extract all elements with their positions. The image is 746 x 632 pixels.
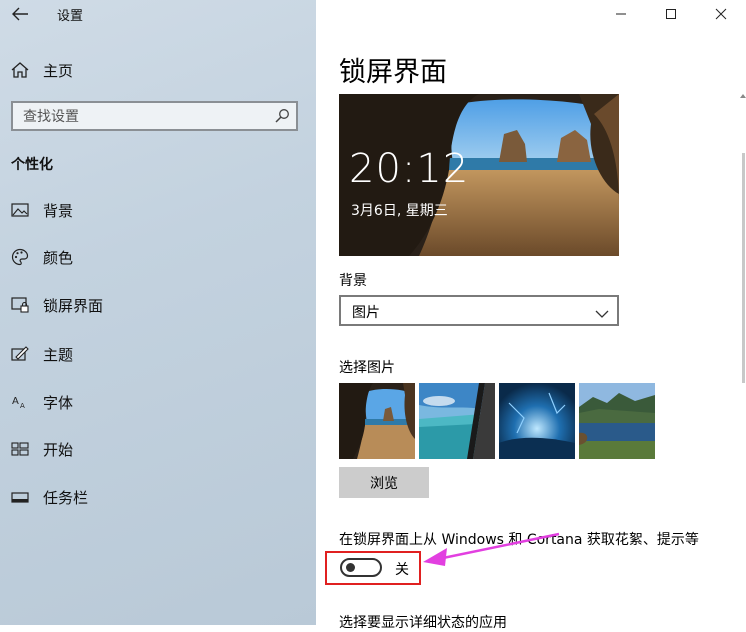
sidebar-item-themes[interactable]: 主题	[10, 342, 73, 366]
sidebar-item-label: 背景	[43, 201, 74, 220]
sidebar-item-taskbar[interactable]: 任务栏	[10, 485, 88, 509]
main-panel: 锁屏界面 20:12 3月6日, 星期三 背景 图片 选择图片 浏览 在锁屏界面…	[316, 0, 746, 631]
lock-screen-preview: 20:12 3月6日, 星期三	[339, 94, 619, 256]
annotation-arrow	[423, 532, 560, 566]
sidebar-item-label: 字体	[43, 393, 74, 412]
search-icon[interactable]	[274, 108, 290, 124]
sidebar: 设置 主页 个性化 背景 颜色 锁屏界面 主题	[0, 0, 316, 625]
palette-icon	[10, 248, 30, 266]
section-title: 个性化	[11, 157, 53, 173]
search-input[interactable]	[13, 103, 275, 131]
sidebar-item-fonts[interactable]: AA 字体	[10, 390, 73, 414]
sidebar-item-label: 任务栏	[43, 488, 89, 507]
lock-screen-icon	[10, 296, 30, 314]
window-controls	[596, 0, 746, 28]
maximize-button[interactable]	[646, 0, 696, 28]
browse-button[interactable]: 浏览	[339, 467, 429, 498]
toggle-state-label: 关	[395, 562, 409, 578]
taskbar-icon	[10, 488, 30, 506]
picture-icon	[10, 201, 30, 219]
sidebar-item-start[interactable]: 开始	[10, 437, 73, 461]
scrollbar-thumb[interactable]	[742, 153, 745, 383]
background-dropdown[interactable]: 图片	[339, 295, 619, 326]
search-box	[11, 101, 298, 131]
home-icon	[10, 61, 30, 79]
fun-facts-toggle[interactable]	[340, 558, 382, 577]
scrollbar[interactable]	[740, 93, 746, 625]
preview-time: 20:12	[349, 146, 470, 192]
sidebar-item-home[interactable]: 主页	[10, 58, 73, 82]
picture-thumbnail[interactable]	[339, 383, 415, 459]
sidebar-item-background[interactable]: 背景	[10, 198, 73, 222]
sidebar-item-label: 主题	[43, 345, 74, 364]
app-title: 设置	[57, 9, 84, 24]
theme-icon	[10, 345, 30, 363]
choose-picture-label: 选择图片	[339, 360, 395, 376]
sidebar-item-label: 颜色	[43, 248, 74, 267]
highlight-box: 关	[325, 551, 421, 585]
picture-thumbnail[interactable]	[579, 383, 655, 459]
start-icon	[10, 440, 30, 458]
font-icon: AA	[10, 393, 30, 411]
picture-thumbnails	[339, 383, 659, 459]
close-button[interactable]	[696, 0, 746, 28]
sidebar-item-colors[interactable]: 颜色	[10, 245, 73, 269]
scroll-up-icon[interactable]	[740, 93, 746, 99]
svg-text:A: A	[12, 396, 19, 407]
svg-text:A: A	[20, 402, 25, 410]
minimize-button[interactable]	[596, 0, 646, 28]
sidebar-item-label: 开始	[43, 440, 74, 459]
toggle-knob	[346, 563, 355, 572]
chevron-down-icon	[595, 305, 609, 318]
page-title: 锁屏界面	[339, 57, 447, 88]
picture-thumbnail[interactable]	[419, 383, 495, 459]
preview-date: 3月6日, 星期三	[351, 203, 448, 219]
background-dropdown-value: 图片	[352, 305, 380, 321]
home-label: 主页	[43, 61, 74, 80]
background-label: 背景	[339, 273, 367, 289]
sidebar-item-label: 锁屏界面	[43, 296, 104, 315]
back-arrow-icon[interactable]	[10, 4, 32, 24]
detailed-status-label: 选择要显示详细状态的应用	[339, 615, 507, 631]
titlebar-left: 设置	[0, 0, 316, 28]
sidebar-item-lock-screen[interactable]: 锁屏界面	[10, 293, 103, 317]
picture-thumbnail[interactable]	[499, 383, 575, 459]
